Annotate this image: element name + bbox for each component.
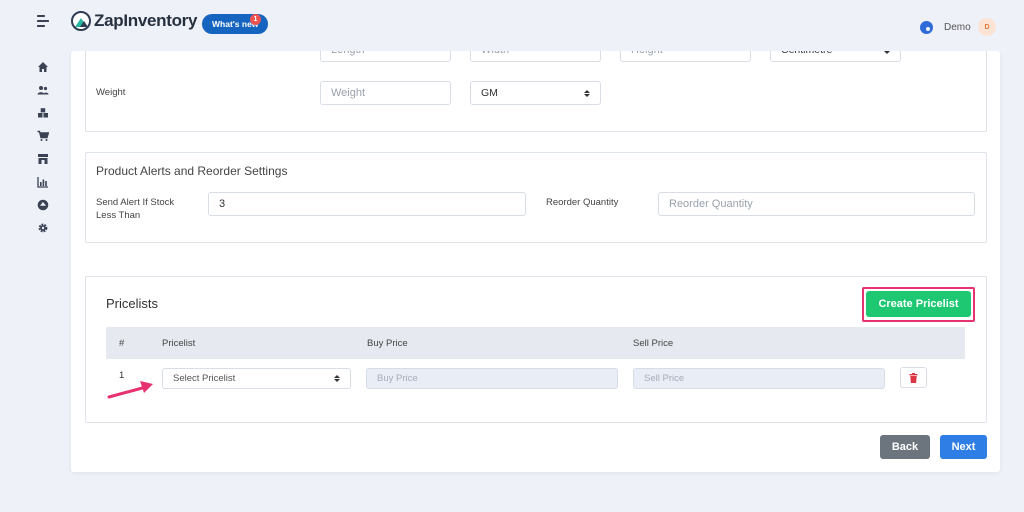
chevron-updown-icon xyxy=(334,375,340,382)
pointer-arrow-icon xyxy=(107,381,153,399)
weight-unit-value: GM xyxy=(481,87,498,99)
buy-price-input[interactable]: Buy Price xyxy=(366,368,618,389)
chevron-updown-icon xyxy=(584,89,590,97)
sell-price-input[interactable]: Sell Price xyxy=(633,368,885,389)
trash-icon xyxy=(909,372,918,383)
weight-input[interactable]: Weight xyxy=(320,81,451,105)
weight-unit-select[interactable]: GM xyxy=(470,81,601,105)
back-button[interactable]: Back xyxy=(880,435,930,459)
pricelist-select-value: Select Pricelist xyxy=(173,373,236,384)
alerts-title: Product Alerts and Reorder Settings xyxy=(96,164,288,178)
weight-label: Weight xyxy=(96,87,126,98)
create-pricelist-button[interactable]: Create Pricelist xyxy=(866,291,971,317)
pricelists-title: Pricelists xyxy=(106,296,159,311)
pricelist-select[interactable]: Select Pricelist xyxy=(162,368,351,389)
column-header-buy-price: Buy Price xyxy=(367,338,408,349)
home-icon[interactable] xyxy=(37,61,49,73)
boxes-icon[interactable] xyxy=(37,107,49,119)
column-header-pricelist: Pricelist xyxy=(162,338,196,349)
reorder-quantity-label: Reorder Quantity xyxy=(546,197,619,208)
pricelist-table-header xyxy=(106,327,965,359)
store-icon[interactable] xyxy=(37,153,49,165)
header-mask xyxy=(71,0,1000,51)
delete-row-button[interactable] xyxy=(900,367,927,388)
users-icon[interactable] xyxy=(37,84,49,96)
cart-icon[interactable] xyxy=(37,130,49,142)
next-button[interactable]: Next xyxy=(940,435,987,459)
upload-icon[interactable] xyxy=(37,199,49,211)
reorder-quantity-input[interactable]: Reorder Quantity xyxy=(658,192,975,216)
stock-alert-label: Send Alert If Stock Less Than xyxy=(96,197,175,221)
gear-icon[interactable] xyxy=(37,222,49,234)
menu-icon[interactable] xyxy=(37,15,49,27)
stock-alert-input[interactable]: 3 xyxy=(208,192,526,216)
column-header-number: # xyxy=(119,338,125,349)
chart-icon[interactable] xyxy=(37,176,49,188)
column-header-sell-price: Sell Price xyxy=(633,338,674,349)
